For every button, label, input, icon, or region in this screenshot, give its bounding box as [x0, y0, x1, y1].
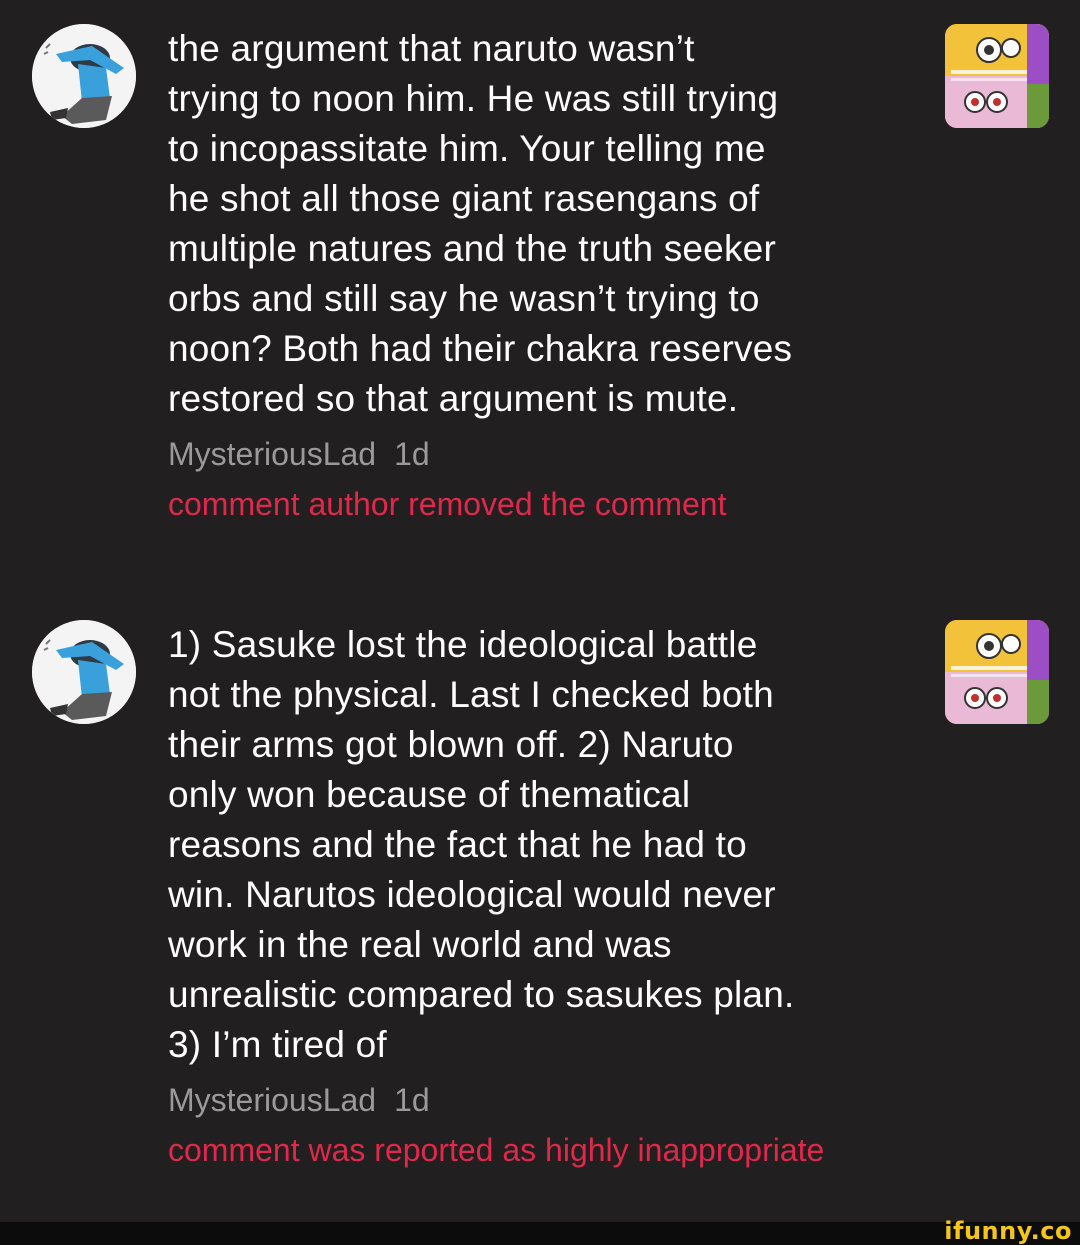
comment-meta: MysteriousLad 1d: [168, 434, 928, 474]
comment-content: 1) Sasuke lost the ideological battle no…: [168, 620, 928, 1170]
comment-content: the argument that naruto wasn’t trying t…: [168, 24, 928, 524]
comment-status: comment was reported as highly inappropr…: [168, 1132, 825, 1168]
user-avatar-dab-icon: [32, 620, 136, 724]
comment-status: comment author removed the comment: [168, 486, 727, 522]
comment-text: the argument that naruto wasn’t trying t…: [168, 28, 793, 419]
meme-thumbnail[interactable]: [945, 24, 1049, 128]
meme-thumbnail-icon: [945, 620, 1049, 724]
comment-time: 1d: [394, 1082, 430, 1118]
user-avatar[interactable]: [32, 24, 136, 128]
comment-meta: MysteriousLad 1d: [168, 1080, 928, 1120]
comment-author[interactable]: MysteriousLad: [168, 436, 376, 472]
user-avatar-dab-icon: [32, 24, 136, 128]
ifunny-watermark: ifunny.co: [944, 1217, 1072, 1245]
comment-author[interactable]: MysteriousLad: [168, 1082, 376, 1118]
footer-bar: [0, 1222, 1080, 1245]
meme-thumbnail-icon: [945, 24, 1049, 128]
comment-time: 1d: [394, 436, 430, 472]
meme-thumbnail[interactable]: [945, 620, 1049, 724]
user-avatar[interactable]: [32, 620, 136, 724]
comment-text: 1) Sasuke lost the ideological battle no…: [168, 624, 795, 1065]
